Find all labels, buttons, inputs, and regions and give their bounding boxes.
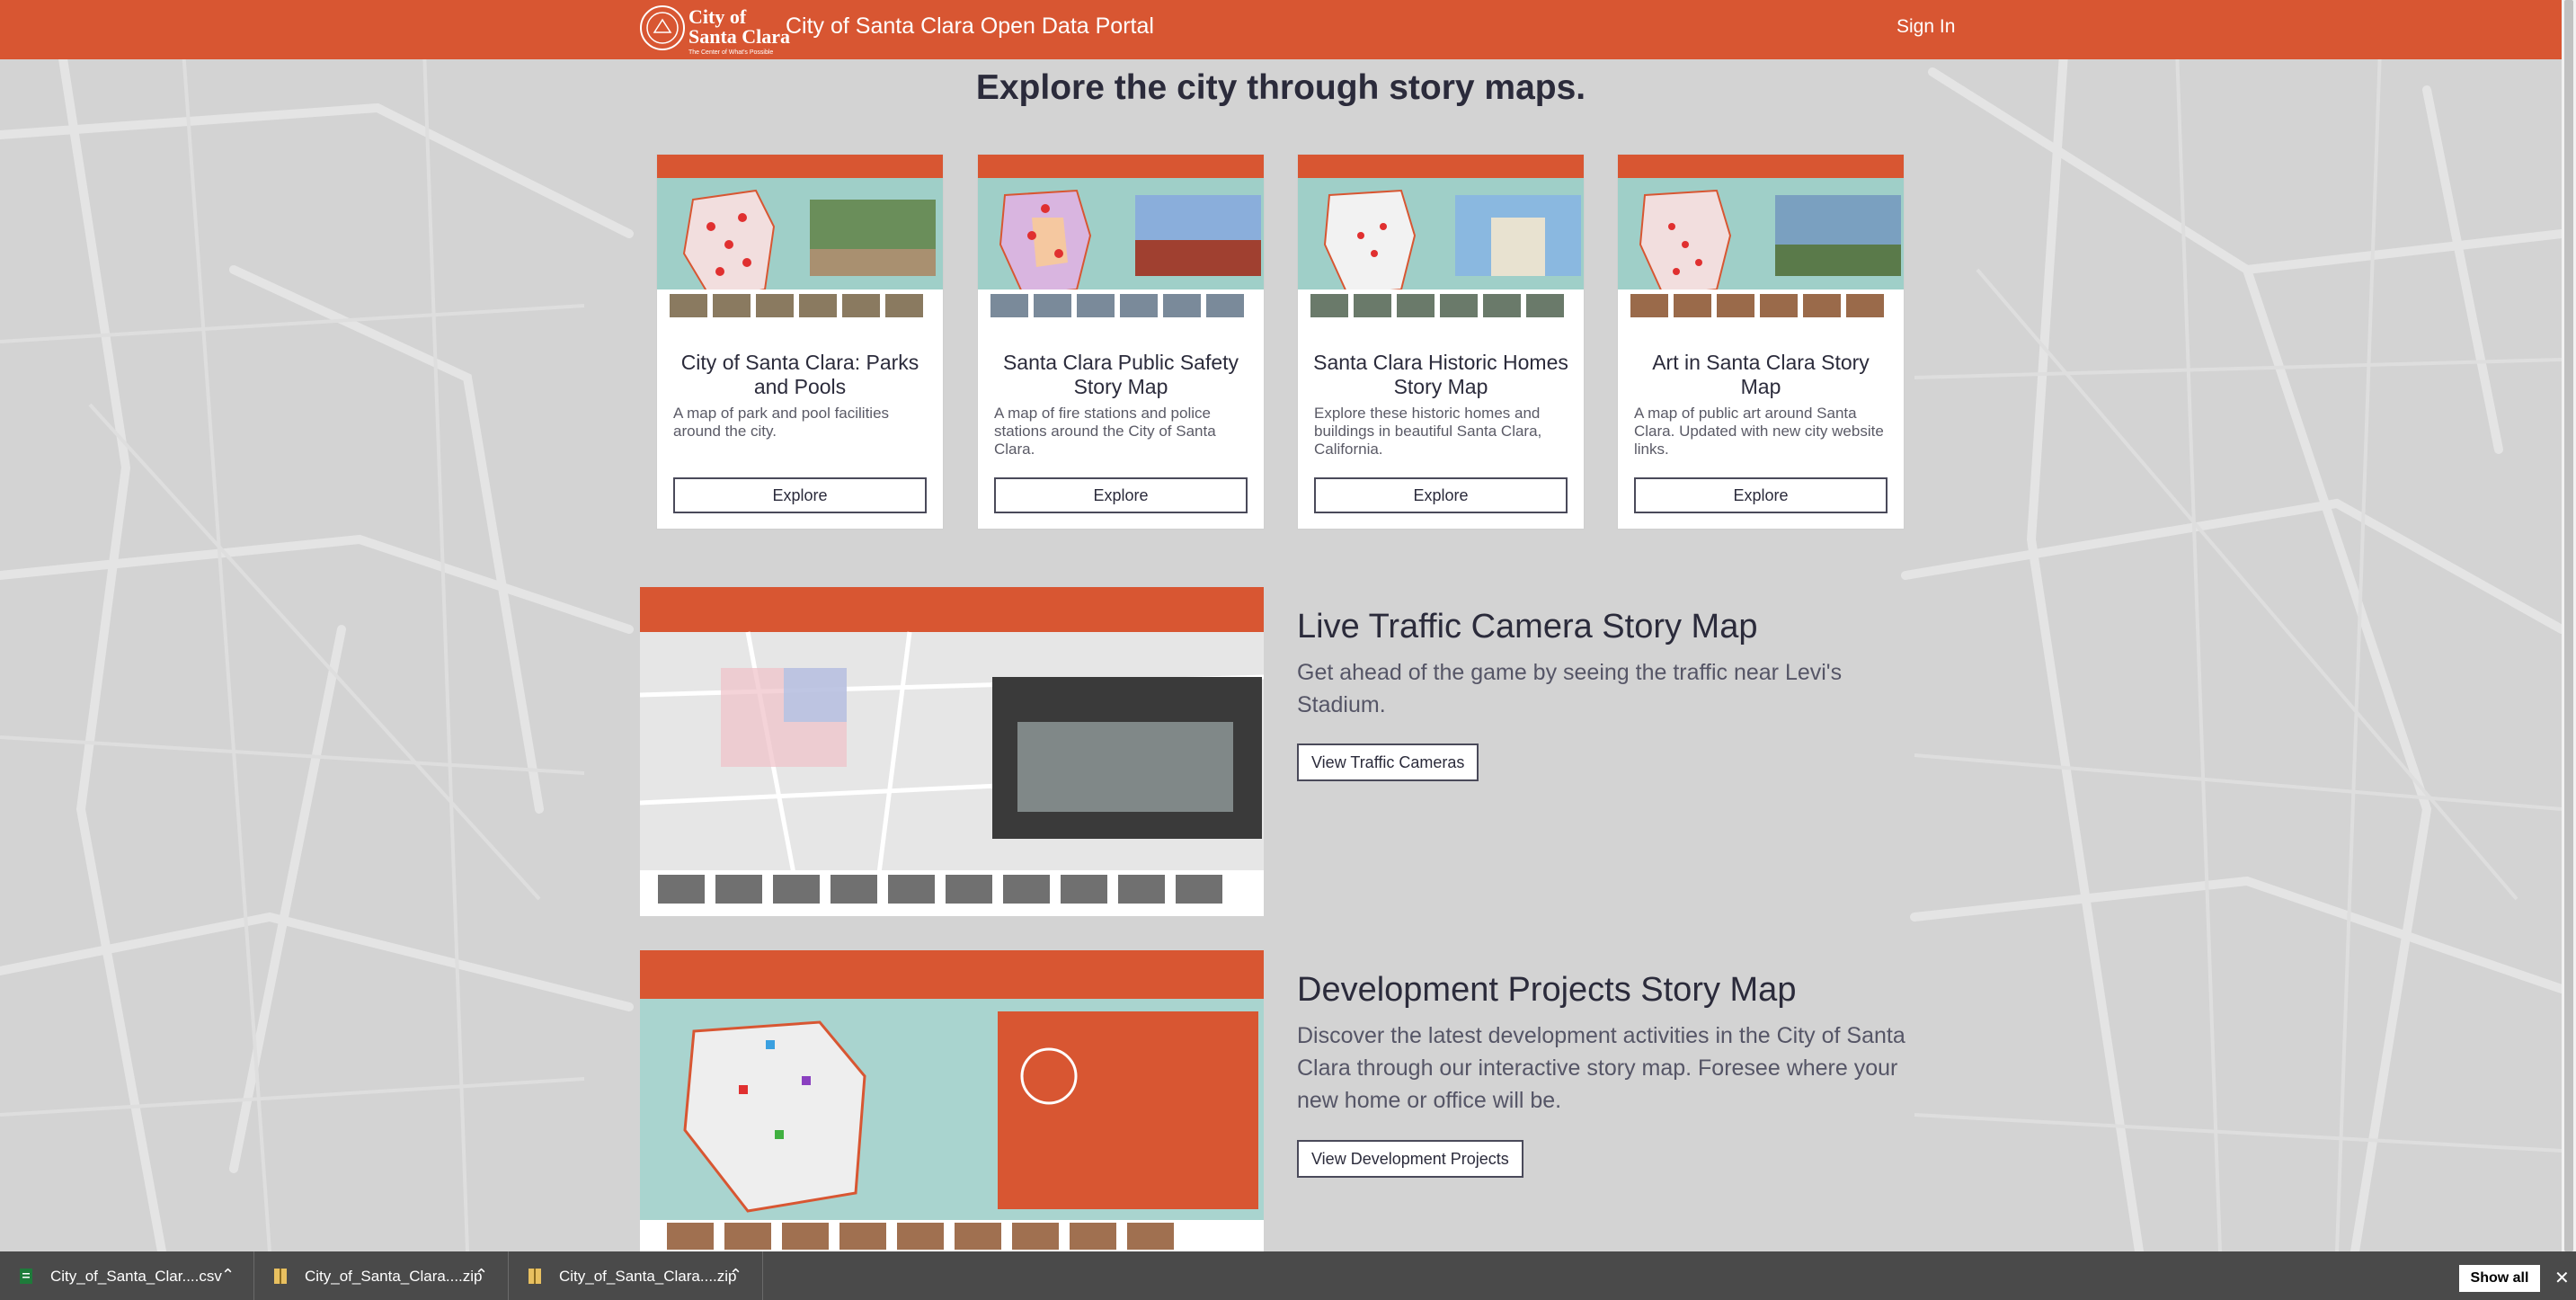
section-heading: Explore the city through story maps. (975, 68, 1586, 107)
explore-button[interactable]: Explore (1314, 477, 1568, 513)
card-description: Explore these historic homes and buildin… (1314, 405, 1542, 458)
story-card-historic-homes: Santa Clara Historic Homes Story Map Exp… (1297, 154, 1585, 530)
sign-in-link[interactable]: Sign In (1896, 16, 1955, 38)
download-item[interactable]: City_of_Santa_Clar....csv ⌃ (0, 1251, 254, 1300)
explore-button[interactable]: Explore (673, 477, 927, 513)
portal-title[interactable]: City of Santa Clara Open Data Portal (786, 13, 1154, 40)
development-story-map-thumbnail[interactable] (640, 950, 1264, 1251)
card-thumbnail[interactable] (978, 155, 1264, 322)
card-title[interactable]: Santa Clara Historic Homes Story Map (1310, 351, 1571, 399)
feature-description: Discover the latest development activiti… (1297, 1023, 1905, 1113)
card-thumbnail[interactable] (1298, 155, 1584, 322)
background-street-map (0, 0, 2566, 1256)
download-filename: City_of_Santa_Clar....csv (50, 1268, 222, 1285)
feature-title: Development Projects Story Map (1297, 971, 1797, 1009)
card-description: A map of fire stations and police statio… (994, 405, 1216, 458)
top-header: City of Santa Clara The Center of What's… (0, 0, 2562, 59)
city-logo[interactable]: City of Santa Clara The Center of What's… (688, 5, 791, 57)
zip-file-icon (274, 1269, 287, 1284)
explore-button[interactable]: Explore (994, 477, 1248, 513)
show-all-button[interactable]: Show all (2459, 1265, 2540, 1292)
card-thumbnail[interactable] (657, 155, 943, 322)
download-filename: City_of_Santa_Clara....zip (305, 1268, 483, 1285)
scrollbar-thumb[interactable] (2564, 0, 2573, 1251)
card-description: A map of public art around Santa Clara. … (1634, 405, 1884, 458)
card-title[interactable]: Art in Santa Clara Story Map (1630, 351, 1891, 399)
logo-line-2: Santa Clara (688, 25, 791, 48)
chevron-up-icon[interactable]: ⌃ (729, 1266, 742, 1285)
csv-file-icon (20, 1269, 32, 1284)
card-title[interactable]: Santa Clara Public Safety Story Map (990, 351, 1251, 399)
logo-tagline: The Center of What's Possible (688, 49, 774, 56)
feature-description: Get ahead of the game by seeing the traf… (1297, 660, 1843, 717)
card-title[interactable]: City of Santa Clara: Parks and Pools (670, 351, 930, 399)
logo-line-1: City of (688, 5, 747, 28)
story-card-parks-pools: City of Santa Clara: Parks and Pools A m… (656, 154, 944, 530)
traffic-story-map-thumbnail[interactable] (640, 587, 1264, 916)
card-thumbnail[interactable] (1618, 155, 1904, 322)
close-icon[interactable]: ✕ (2554, 1267, 2570, 1289)
card-description: A map of park and pool facilities around… (673, 405, 890, 440)
story-card-public-safety: Santa Clara Public Safety Story Map A ma… (977, 154, 1265, 530)
chevron-up-icon[interactable]: ⌃ (475, 1266, 488, 1285)
city-seal-icon[interactable] (638, 4, 687, 52)
download-item[interactable]: City_of_Santa_Clara....zip ⌃ (509, 1251, 763, 1300)
zip-file-icon (529, 1269, 541, 1284)
download-item[interactable]: City_of_Santa_Clara....zip ⌃ (254, 1251, 509, 1300)
chevron-up-icon[interactable]: ⌃ (221, 1266, 235, 1285)
download-filename: City_of_Santa_Clara....zip (559, 1268, 737, 1285)
feature-title: Live Traffic Camera Story Map (1297, 608, 1758, 646)
view-development-projects-button[interactable]: View Development Projects (1297, 1140, 1523, 1178)
explore-button[interactable]: Explore (1634, 477, 1888, 513)
downloads-bar: City_of_Santa_Clar....csv ⌃ City_of_Sant… (0, 1251, 2576, 1300)
view-traffic-cameras-button[interactable]: View Traffic Cameras (1297, 743, 1479, 781)
story-card-art: Art in Santa Clara Story Map A map of pu… (1617, 154, 1905, 530)
